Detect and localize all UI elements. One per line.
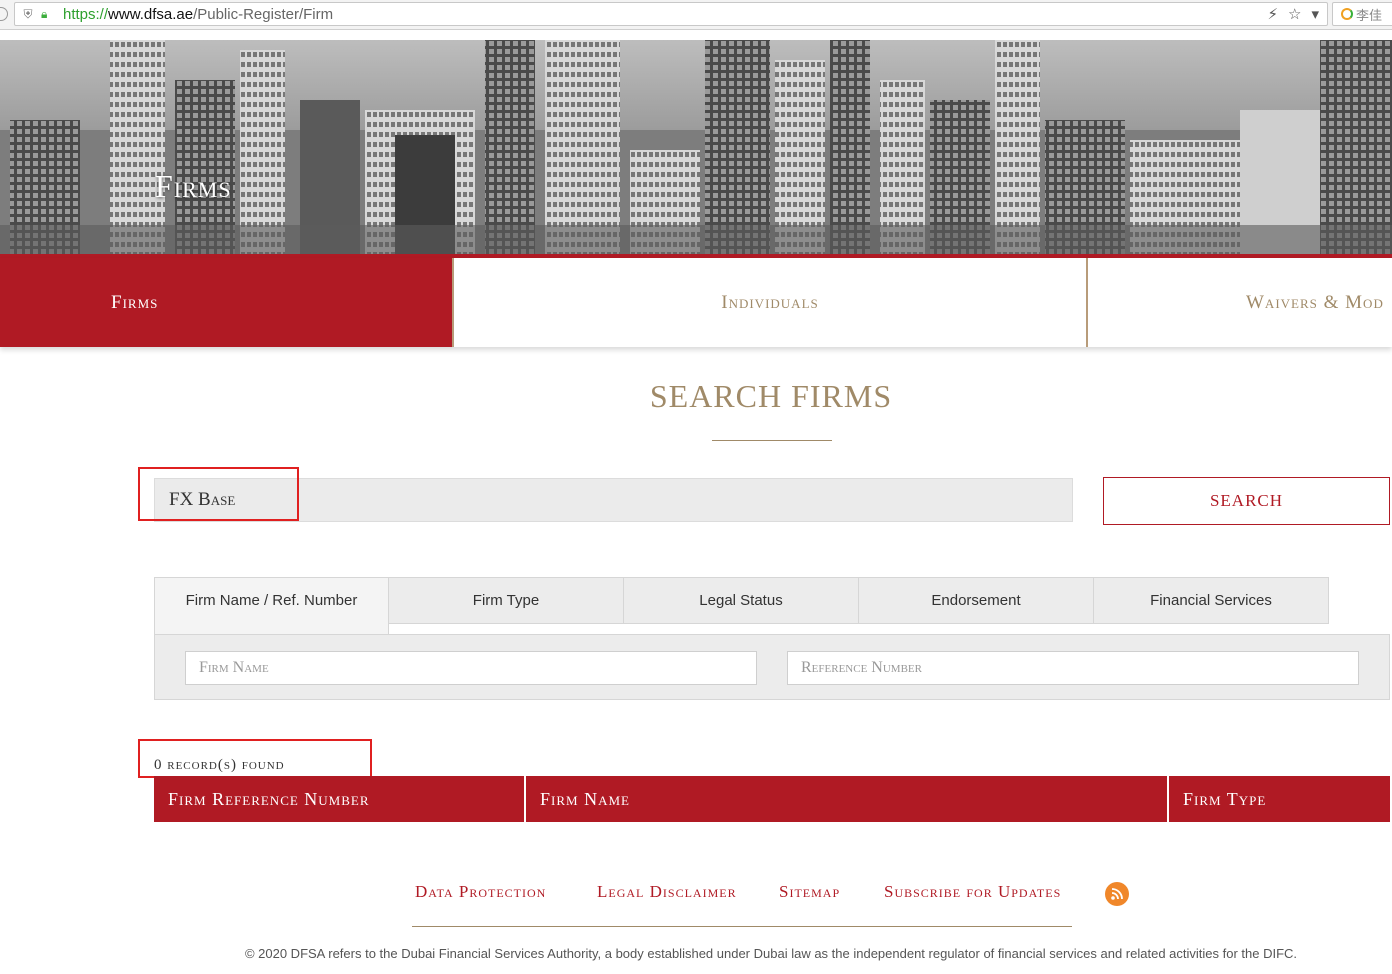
heading-divider (712, 440, 832, 441)
tab-firm-name-ref[interactable]: Firm Name / Ref. Number (154, 577, 389, 634)
url-text[interactable]: https://www.dfsa.ae/Public-Register/Firm (63, 6, 333, 23)
results-table-header: Firm Reference Number Firm Name Firm Typ… (154, 776, 1390, 822)
url-host: www.dfsa.ae (108, 5, 194, 23)
tab-individuals[interactable]: Individuals (452, 258, 1088, 347)
profile-label: 李佳 (1356, 8, 1383, 24)
browser-toolbar: ⛨ 🔒︎ https://www.dfsa.ae/Public-Register… (0, 0, 1392, 30)
tab-waivers[interactable]: Waivers & Mod (1088, 258, 1392, 347)
register-category-tabs: Firms Individuals Waivers & Mod (0, 258, 1392, 347)
footer-link-data-protection[interactable]: Data Protection (415, 882, 546, 902)
star-icon[interactable]: ☆ (1288, 5, 1301, 23)
city-skyline-image (0, 40, 1392, 255)
tab-firms[interactable]: Firms (0, 258, 452, 347)
profile-ring-icon (1341, 8, 1353, 20)
dropdown-icon[interactable]: ▾ (1311, 5, 1319, 23)
hero-banner: Firms (0, 40, 1392, 255)
search-button[interactable]: SEARCH (1103, 477, 1390, 525)
hero-title: Firms (155, 168, 232, 204)
tab-legal-status[interactable]: Legal Status (624, 577, 859, 624)
column-firm-type[interactable]: Firm Type (1169, 776, 1390, 822)
back-edge-icon[interactable] (0, 7, 8, 21)
footer-link-sitemap[interactable]: Sitemap (779, 882, 840, 902)
url-path: /Public-Register/Firm (193, 5, 334, 23)
rss-icon[interactable] (1105, 882, 1129, 906)
lightning-icon[interactable]: ⚡︎ (1267, 5, 1278, 23)
tab-financial-services[interactable]: Financial Services (1094, 577, 1329, 624)
lock-icon[interactable]: 🔒︎ (41, 7, 55, 21)
column-firm-reference-number[interactable]: Firm Reference Number (154, 776, 526, 822)
filter-panel (154, 634, 1390, 700)
footer-link-subscribe[interactable]: Subscribe for Updates (884, 882, 1061, 902)
records-found-count: 0 record(s) found (154, 757, 285, 773)
address-bar-icons: ⚡︎ ☆ ▾ (1267, 5, 1319, 23)
firm-name-input[interactable] (185, 651, 757, 685)
footer-link-legal-disclaimer[interactable]: Legal Disclaimer (597, 882, 737, 902)
profile-button[interactable]: 李佳 (1332, 2, 1392, 26)
footer-links: Data Protection Legal Disclaimer Sitemap… (0, 882, 1392, 906)
filter-tabs: Firm Name / Ref. Number Firm Type Legal … (154, 577, 1329, 634)
copyright-text: © 2020 DFSA refers to the Dubai Financia… (244, 946, 1298, 961)
address-bar[interactable]: ⛨ 🔒︎ https://www.dfsa.ae/Public-Register… (14, 2, 1328, 26)
column-firm-name[interactable]: Firm Name (526, 776, 1169, 822)
footer-divider (412, 926, 1072, 927)
reference-number-input[interactable] (787, 651, 1359, 685)
url-scheme: https:// (63, 5, 109, 23)
tab-firm-type[interactable]: Firm Type (389, 577, 624, 624)
tab-endorsement[interactable]: Endorsement (859, 577, 1094, 624)
search-input[interactable] (154, 478, 1073, 522)
shield-icon[interactable]: ⛨ (21, 7, 35, 21)
search-heading: SEARCH FIRMS (649, 378, 893, 414)
